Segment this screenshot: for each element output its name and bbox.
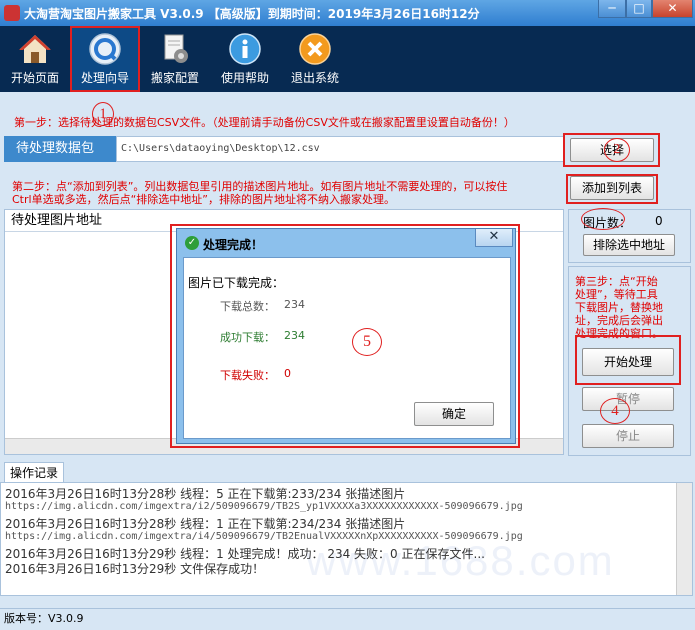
dialog-close-button[interactable]: ✕ <box>475 229 513 247</box>
wizard-icon <box>89 33 121 65</box>
vertical-scrollbar[interactable] <box>676 483 692 595</box>
stop-button[interactable]: 停止 <box>582 424 674 448</box>
fail-value: 0 <box>284 367 291 380</box>
minimize-button[interactable]: ─ <box>598 0 626 18</box>
package-path-input[interactable]: C:\Users\dataoying\Desktop\12.csv <box>116 136 564 162</box>
dialog-body: 图片已下载完成： 下载总数： 234 成功下载： 234 下载失败： 0 5 确… <box>183 257 511 439</box>
dialog-heading: 图片已下载完成： <box>188 276 285 290</box>
ok-button[interactable]: 确定 <box>414 402 494 426</box>
completion-dialog: ✓ 处理完成！ ✕ 图片已下载完成： 下载总数： 234 成功下载： 234 下… <box>176 228 516 444</box>
info-icon <box>229 33 261 65</box>
annotation-4: 4 <box>600 398 630 424</box>
exclude-selected-button[interactable]: 排除选中地址 <box>583 234 675 256</box>
list-control-panel: 图片数： 0 排除选中地址 <box>568 208 691 263</box>
toolbar-label: 退出系统 <box>290 71 339 85</box>
annotation-5: 5 <box>352 328 382 356</box>
close-button[interactable]: ✕ <box>652 0 693 18</box>
dialog-title: 处理完成！ <box>203 238 264 252</box>
fail-label: 下载失败： <box>220 369 275 382</box>
package-label: 待处理数据包 <box>4 136 116 162</box>
success-label: 成功下载： <box>220 331 275 344</box>
maximize-button[interactable]: □ <box>626 0 652 18</box>
image-count-value: 0 <box>655 214 663 228</box>
home-icon <box>19 35 51 63</box>
add-to-list-button[interactable]: 添加到列表 <box>570 176 654 200</box>
main-toolbar: 开始页面 处理向导 搬家配置 使用帮助 退出系统 <box>0 26 695 92</box>
start-process-button[interactable]: 开始处理 <box>582 348 674 376</box>
title-bar: 大淘营淘宝图片搬家工具 V3.0.9 【高级版】到期时间：2019年3月26日1… <box>0 0 695 26</box>
log-line: 2016年3月26日16时13分28秒 线程：1 正在下载第:234/234 张… <box>5 517 406 531</box>
toolbar-label: 开始页面 <box>10 71 59 85</box>
settings-document-icon <box>164 34 188 63</box>
check-icon: ✓ <box>185 236 199 250</box>
window-title: 大淘营淘宝图片搬家工具 V3.0.9 【高级版】到期时间：2019年3月26日1… <box>24 7 480 21</box>
total-value: 234 <box>284 298 305 311</box>
annotation-3 <box>581 208 625 230</box>
status-bar: 版本号：V3.0.9 <box>0 608 695 630</box>
log-line: https://img.alicdn.com/imgextra/i4/50909… <box>5 531 523 542</box>
step1-instruction: 第一步：选择待处理的数据包CSV文件。（处理前请手动备份CSV文件或在搬家配置里… <box>14 116 515 129</box>
dialog-title-bar: ✓ 处理完成！ <box>177 229 515 257</box>
version-label: 版本号：V3.0.9 <box>4 612 84 625</box>
log-line: 2016年3月26日16时13分28秒 线程：5 正在下载第:233/234 张… <box>5 487 406 501</box>
step2-instruction-line2: Ctrl单选或多选，然后点“排除选中地址”，排除的图片地址将不纳入搬家处理。 <box>12 193 395 206</box>
toolbar-wizard[interactable]: 处理向导 <box>70 26 140 92</box>
annotation-2: 2 <box>604 138 630 162</box>
log-line: 2016年3月26日16时13分29秒 文件保存成功！ <box>5 562 265 576</box>
app-icon <box>4 5 20 21</box>
operation-log[interactable]: www.1688.com 2016年3月26日16时13分28秒 线程：5 正在… <box>0 482 693 596</box>
log-line: https://img.alicdn.com/imgextra/i2/50909… <box>5 501 523 512</box>
success-value: 234 <box>284 329 305 342</box>
toolbar-label: 使用帮助 <box>220 71 269 85</box>
total-label: 下载总数： <box>220 300 275 313</box>
exit-icon <box>299 33 331 65</box>
toolbar-help[interactable]: 使用帮助 <box>210 26 280 92</box>
toolbar-start-page[interactable]: 开始页面 <box>0 26 70 92</box>
toolbar-label: 搬家配置 <box>150 71 199 85</box>
toolbar-label: 处理向导 <box>80 71 129 85</box>
toolbar-exit[interactable]: 退出系统 <box>280 26 350 92</box>
toolbar-config[interactable]: 搬家配置 <box>140 26 210 92</box>
tab-operation-log[interactable]: 操作记录 <box>4 462 64 483</box>
